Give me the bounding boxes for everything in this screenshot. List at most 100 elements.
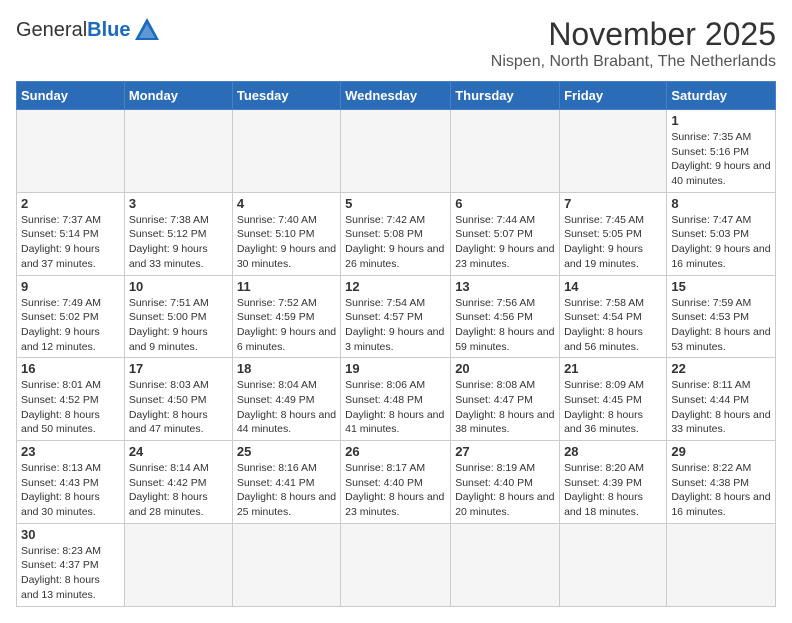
day-info: Sunrise: 8:01 AM Sunset: 4:52 PM Dayligh…	[21, 378, 120, 437]
day-number: 12	[345, 279, 446, 294]
table-row: 28Sunrise: 8:20 AM Sunset: 4:39 PM Dayli…	[560, 441, 667, 524]
table-row	[560, 523, 667, 606]
calendar-row: 9 Sunrise: 7:49 AM Sunset: 5:02 PM Daylig…	[17, 275, 776, 358]
day-info: Sunrise: 7:59 AM Sunset: 4:53 PM Dayligh…	[671, 296, 771, 355]
table-row: 20 Sunrise: 8:08 AM Sunset: 4:47 PM Dayli…	[451, 358, 560, 441]
day-info: Sunrise: 7:42 AM Sunset: 5:08 PM Dayligh…	[345, 213, 446, 272]
day-info: Sunrise: 7:38 AM Sunset: 5:12 PM Dayligh…	[129, 213, 228, 272]
table-row: 12Sunrise: 7:54 AM Sunset: 4:57 PM Dayli…	[341, 275, 451, 358]
month-title: November 2025	[491, 16, 776, 53]
calendar-row: 16 Sunrise: 8:01 AM Sunset: 4:52 PM Dayli…	[17, 358, 776, 441]
location-title: Nispen, North Brabant, The Netherlands	[491, 53, 776, 71]
table-row: 27 Sunrise: 8:19 AM Sunset: 4:40 PM Dayli…	[451, 441, 560, 524]
day-info: Sunrise: 8:17 AM Sunset: 4:40 PM Dayligh…	[345, 461, 446, 520]
table-row: 9 Sunrise: 7:49 AM Sunset: 5:02 PM Daylig…	[17, 275, 125, 358]
day-info: Sunrise: 8:19 AM Sunset: 4:40 PM Dayligh…	[455, 461, 555, 520]
table-row: 13Sunrise: 7:56 AM Sunset: 4:56 PM Dayli…	[451, 275, 560, 358]
day-number: 2	[21, 196, 120, 211]
table-row	[451, 523, 560, 606]
day-info: Sunrise: 8:06 AM Sunset: 4:48 PM Dayligh…	[345, 378, 446, 437]
day-number: 10	[129, 279, 228, 294]
day-info: Sunrise: 7:58 AM Sunset: 4:54 PM Dayligh…	[564, 296, 662, 355]
day-number: 14	[564, 279, 662, 294]
day-number: 19	[345, 361, 446, 376]
table-row	[124, 110, 232, 193]
day-number: 24	[129, 444, 228, 459]
weekday-header-row: Sunday Monday Tuesday Wednesday Thursday…	[17, 82, 776, 110]
day-number: 13	[455, 279, 555, 294]
day-info: Sunrise: 7:45 AM Sunset: 5:05 PM Dayligh…	[564, 213, 662, 272]
day-info: Sunrise: 8:13 AM Sunset: 4:43 PM Dayligh…	[21, 461, 120, 520]
table-row: 6 Sunrise: 7:44 AM Sunset: 5:07 PM Daylig…	[451, 192, 560, 275]
table-row: 1 Sunrise: 7:35 AM Sunset: 5:16 PM Daylig…	[667, 110, 776, 193]
table-row: 16 Sunrise: 8:01 AM Sunset: 4:52 PM Dayli…	[17, 358, 125, 441]
day-number: 21	[564, 361, 662, 376]
day-number: 30	[21, 527, 120, 542]
table-row: 21Sunrise: 8:09 AM Sunset: 4:45 PM Dayli…	[560, 358, 667, 441]
day-number: 1	[671, 113, 771, 128]
header-saturday: Saturday	[667, 82, 776, 110]
day-number: 23	[21, 444, 120, 459]
header-monday: Monday	[124, 82, 232, 110]
day-number: 27	[455, 444, 555, 459]
day-number: 17	[129, 361, 228, 376]
day-number: 7	[564, 196, 662, 211]
table-row	[17, 110, 125, 193]
table-row	[232, 523, 340, 606]
table-row: 22Sunrise: 8:11 AM Sunset: 4:44 PM Dayli…	[667, 358, 776, 441]
logo-blue: Blue	[87, 19, 130, 42]
table-row: 2Sunrise: 7:37 AM Sunset: 5:14 PM Daylig…	[17, 192, 125, 275]
day-number: 5	[345, 196, 446, 211]
table-row: 4 Sunrise: 7:40 AM Sunset: 5:10 PM Daylig…	[232, 192, 340, 275]
title-area: November 2025 Nispen, North Brabant, The…	[491, 16, 776, 71]
day-info: Sunrise: 7:47 AM Sunset: 5:03 PM Dayligh…	[671, 213, 771, 272]
day-number: 15	[671, 279, 771, 294]
table-row: 30Sunrise: 8:23 AM Sunset: 4:37 PM Dayli…	[17, 523, 125, 606]
table-row: 7 Sunrise: 7:45 AM Sunset: 5:05 PM Daylig…	[560, 192, 667, 275]
day-info: Sunrise: 8:03 AM Sunset: 4:50 PM Dayligh…	[129, 378, 228, 437]
table-row: 18Sunrise: 8:04 AM Sunset: 4:49 PM Dayli…	[232, 358, 340, 441]
day-number: 9	[21, 279, 120, 294]
table-row: 11 Sunrise: 7:52 AM Sunset: 4:59 PM Dayli…	[232, 275, 340, 358]
day-number: 16	[21, 361, 120, 376]
table-row: 10Sunrise: 7:51 AM Sunset: 5:00 PM Dayli…	[124, 275, 232, 358]
day-number: 4	[237, 196, 336, 211]
day-info: Sunrise: 8:08 AM Sunset: 4:47 PM Dayligh…	[455, 378, 555, 437]
calendar: Sunday Monday Tuesday Wednesday Thursday…	[16, 81, 776, 607]
table-row: 23 Sunrise: 8:13 AM Sunset: 4:43 PM Dayli…	[17, 441, 125, 524]
header-thursday: Thursday	[451, 82, 560, 110]
table-row	[560, 110, 667, 193]
table-row: 14 Sunrise: 7:58 AM Sunset: 4:54 PM Dayli…	[560, 275, 667, 358]
table-row	[341, 110, 451, 193]
day-info: Sunrise: 7:35 AM Sunset: 5:16 PM Dayligh…	[671, 130, 771, 189]
calendar-row: 30Sunrise: 8:23 AM Sunset: 4:37 PM Dayli…	[17, 523, 776, 606]
header: General Blue November 2025 Nispen, North…	[16, 16, 776, 71]
day-number: 6	[455, 196, 555, 211]
header-friday: Friday	[560, 82, 667, 110]
day-info: Sunrise: 8:16 AM Sunset: 4:41 PM Dayligh…	[237, 461, 336, 520]
day-number: 3	[129, 196, 228, 211]
day-info: Sunrise: 7:44 AM Sunset: 5:07 PM Dayligh…	[455, 213, 555, 272]
day-info: Sunrise: 7:52 AM Sunset: 4:59 PM Dayligh…	[237, 296, 336, 355]
calendar-row: 1 Sunrise: 7:35 AM Sunset: 5:16 PM Daylig…	[17, 110, 776, 193]
day-info: Sunrise: 8:11 AM Sunset: 4:44 PM Dayligh…	[671, 378, 771, 437]
table-row	[232, 110, 340, 193]
table-row: 24Sunrise: 8:14 AM Sunset: 4:42 PM Dayli…	[124, 441, 232, 524]
table-row	[667, 523, 776, 606]
day-info: Sunrise: 8:04 AM Sunset: 4:49 PM Dayligh…	[237, 378, 336, 437]
header-wednesday: Wednesday	[341, 82, 451, 110]
day-info: Sunrise: 7:49 AM Sunset: 5:02 PM Dayligh…	[21, 296, 120, 355]
calendar-row: 2Sunrise: 7:37 AM Sunset: 5:14 PM Daylig…	[17, 192, 776, 275]
day-number: 8	[671, 196, 771, 211]
day-info: Sunrise: 7:40 AM Sunset: 5:10 PM Dayligh…	[237, 213, 336, 272]
logo-general: General	[16, 19, 87, 42]
day-number: 20	[455, 361, 555, 376]
header-sunday: Sunday	[17, 82, 125, 110]
header-tuesday: Tuesday	[232, 82, 340, 110]
table-row	[451, 110, 560, 193]
table-row: 5 Sunrise: 7:42 AM Sunset: 5:08 PM Daylig…	[341, 192, 451, 275]
calendar-row: 23 Sunrise: 8:13 AM Sunset: 4:43 PM Dayli…	[17, 441, 776, 524]
day-number: 28	[564, 444, 662, 459]
day-number: 11	[237, 279, 336, 294]
logo-icon	[133, 16, 161, 44]
